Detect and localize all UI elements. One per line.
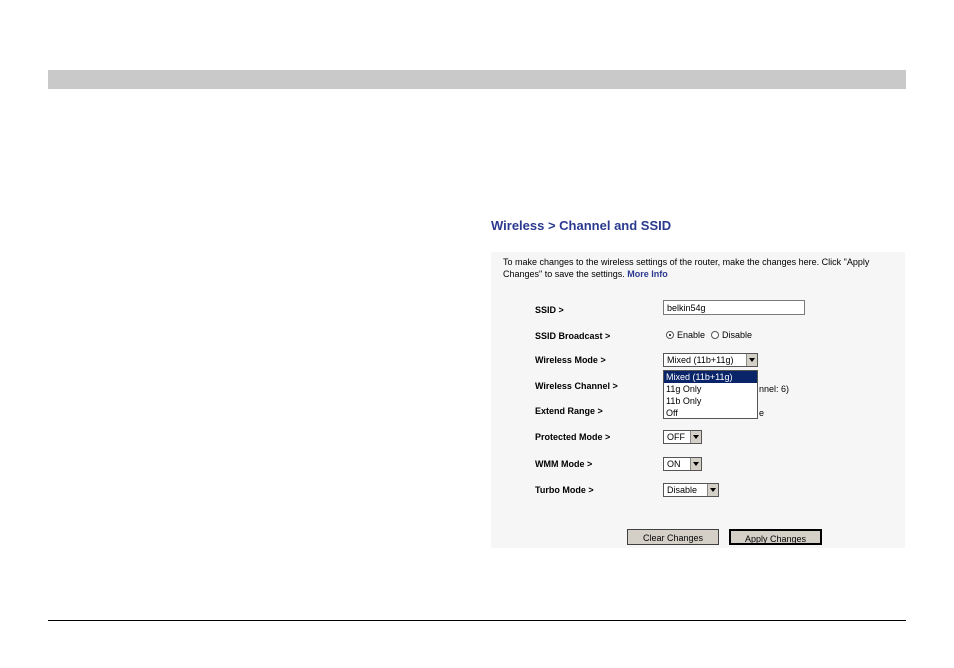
wmm-mode-label: WMM Mode >	[535, 459, 593, 469]
enable-radio[interactable]	[666, 331, 674, 339]
wireless-mode-option-off[interactable]: Off	[664, 407, 757, 419]
enable-radio-label: Enable	[677, 330, 706, 340]
wireless-channel-label: Wireless Channel >	[535, 381, 618, 391]
wmm-mode-value: ON	[667, 459, 681, 469]
bottom-divider	[48, 620, 906, 621]
extend-range-label: Extend Range >	[535, 406, 603, 416]
protected-mode-label: Protected Mode >	[535, 432, 611, 442]
wireless-mode-select[interactable]: Mixed (11b+11g)	[663, 353, 758, 367]
ssid-label: SSID >	[535, 305, 564, 315]
extend-range-info: e	[759, 408, 765, 418]
ssid-input[interactable]	[663, 300, 805, 315]
turbo-mode-select[interactable]: Disable	[663, 483, 719, 497]
turbo-mode-label: Turbo Mode >	[535, 485, 594, 495]
clear-changes-button[interactable]: Clear Changes	[627, 529, 719, 545]
wmm-mode-select[interactable]: ON	[663, 457, 702, 471]
wireless-mode-option-mixed[interactable]: Mixed (11b+11g)	[664, 371, 757, 383]
ssid-broadcast-label: SSID Broadcast >	[535, 331, 611, 341]
more-info-link[interactable]: More Info	[627, 269, 668, 279]
chevron-down-icon[interactable]	[690, 458, 701, 470]
wireless-mode-dropdown-list: Mixed (11b+11g) 11g Only 11b Only Off	[663, 370, 758, 419]
wireless-mode-option-11g-only[interactable]: 11g Only	[664, 383, 757, 395]
apply-changes-button[interactable]: Apply Changes	[729, 529, 822, 545]
top-bar	[48, 70, 906, 89]
intro-description: To make changes to the wireless settings…	[503, 257, 870, 279]
chevron-down-icon[interactable]	[690, 431, 701, 443]
ssid-broadcast-radio-group: Enable Disable	[666, 330, 758, 340]
chevron-down-icon[interactable]	[746, 354, 757, 366]
wireless-mode-value: Mixed (11b+11g)	[667, 355, 734, 365]
disable-radio-label: Disable	[722, 330, 753, 340]
wireless-mode-option-11b-only[interactable]: 11b Only	[664, 395, 757, 407]
wireless-mode-label: Wireless Mode >	[535, 355, 606, 365]
chevron-down-icon[interactable]	[707, 484, 718, 496]
wireless-channel-info: nnel: 6)	[759, 384, 790, 394]
intro-text: To make changes to the wireless settings…	[503, 256, 903, 280]
protected-mode-select[interactable]: OFF	[663, 430, 702, 444]
turbo-mode-value: Disable	[667, 485, 698, 495]
page-title: Wireless > Channel and SSID	[491, 218, 672, 233]
protected-mode-value: OFF	[667, 432, 685, 442]
disable-radio[interactable]	[711, 331, 720, 339]
